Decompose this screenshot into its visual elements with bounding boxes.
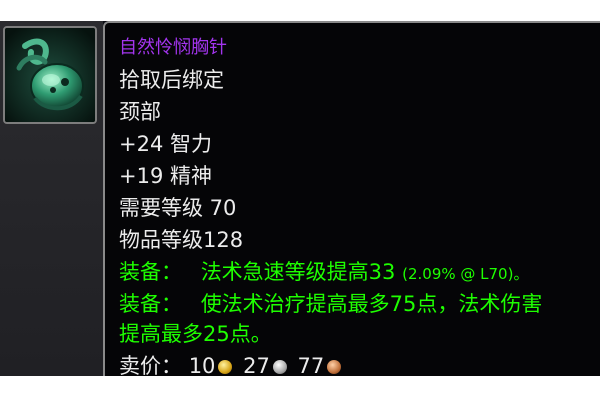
sell-label: 卖价： [119,354,182,376]
equip-effect-healing: 装备： 使法术治疗提高最多75点，法术伤害 [119,291,542,317]
item-level: 物品等级128 [119,228,244,252]
equip-text: 使法术治疗提高最多75点，法术伤害 [200,292,543,316]
silver-coin-icon [272,360,287,374]
sell-price: 卖价： 10 27 77 [119,353,345,376]
bind-type: 拾取后绑定 [119,68,224,92]
item-tooltip-frame: 自然怜悯胸针 拾取后绑定 颈部 +24 智力 +19 精神 需要等级 70 物品… [0,21,600,376]
icon-column [0,21,103,376]
silver-amount: 27 [243,354,270,376]
gold-coin-icon [218,360,233,374]
teal-brooch-icon [5,28,95,122]
equip-effect-haste: 装备： 法术急速等级提高33 (2.09% @ L70)。 [119,259,528,287]
copper-coin-icon [327,360,342,374]
equip-slot: 颈部 [119,100,161,124]
equip-effect-healing-cont: 提高最多25点。 [119,322,272,346]
required-level: 需要等级 70 [119,196,237,220]
stat-spirit: +19 精神 [119,164,212,188]
equip-text: 法术急速等级提高33 [200,260,396,284]
gold-amount: 10 [188,354,216,376]
item-icon-slot[interactable] [3,26,97,124]
item-name: 自然怜悯胸针 [119,37,227,58]
equip-label: 装备： [119,292,182,316]
stat-intellect: +24 智力 [119,132,212,156]
equip-detail: (2.09% @ L70)。 [402,265,529,283]
equip-label: 装备： [119,260,182,284]
item-tooltip: 自然怜悯胸针 拾取后绑定 颈部 +24 智力 +19 精神 需要等级 70 物品… [103,21,600,376]
copper-amount: 77 [297,354,325,376]
